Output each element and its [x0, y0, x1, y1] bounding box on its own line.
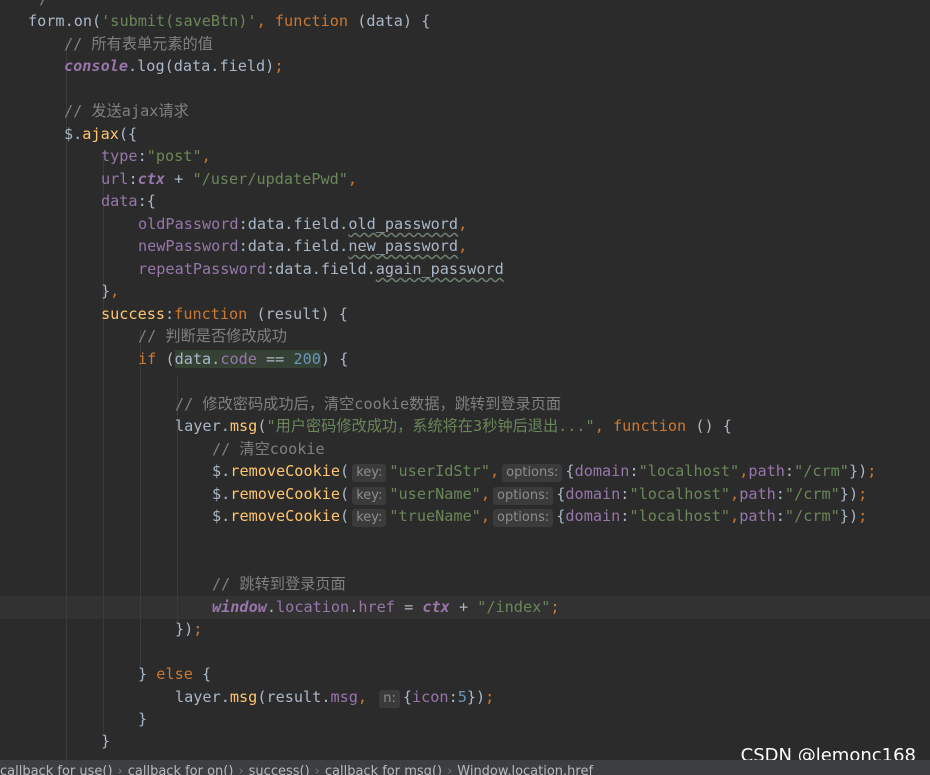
parameter-hint: n: — [379, 690, 400, 708]
code-line: type:"post", — [101, 147, 211, 165]
code-line: layer.msg("用户密码修改成功，系统将在3秒钟后退出...", func… — [175, 417, 732, 435]
code-line: }); — [175, 620, 203, 638]
indent-guide — [103, 152, 104, 732]
code-line: if (data.code == 200) { — [138, 350, 349, 368]
breadcrumb-item[interactable]: success() — [249, 764, 310, 775]
parameter-hint: options: — [502, 464, 563, 482]
chevron-right-icon: › — [117, 764, 123, 775]
code-line: $.removeCookie(key: "userName", options: {d… — [212, 485, 868, 505]
code-line: $.removeCookie(key: "trueName", options: {d… — [212, 507, 868, 527]
parameter-hint: key: — [352, 464, 387, 482]
code-comment: // 清空cookie — [212, 440, 325, 458]
code-line: newPassword:data.field.new_password, — [138, 237, 468, 255]
breadcrumb-item[interactable]: callback for use() — [0, 764, 113, 775]
indent-guide — [140, 330, 141, 670]
code-line: window.location.href = ctx + "/index"; — [212, 598, 560, 616]
parameter-hint: key: — [352, 509, 387, 527]
code-line: console.log(data.field); — [64, 57, 284, 75]
parameter-hint: options: — [492, 487, 554, 505]
code-line: } — [138, 710, 148, 728]
indent-guide — [66, 40, 67, 760]
code-line: */ — [30, 0, 48, 11]
code-comment: // 所有表单元素的值 — [64, 35, 213, 53]
code-line: $.removeCookie(key: "userIdStr", options:{… — [212, 462, 877, 482]
breadcrumb-item[interactable]: Window.location.href — [457, 764, 593, 775]
code-line: success:function (result) { — [101, 305, 348, 323]
code-line: }, — [101, 282, 120, 300]
code-comment: // 跳转到登录页面 — [212, 575, 346, 593]
breadcrumb-item[interactable]: callback for msg() — [325, 764, 442, 775]
code-line: data:{ — [101, 192, 156, 210]
chevron-right-icon: › — [238, 764, 244, 775]
code-line: $.ajax({ — [64, 125, 138, 143]
breadcrumb-item[interactable]: callback for on() — [128, 764, 234, 775]
code-line: url:ctx + "/user/updatePwd", — [101, 170, 358, 188]
breadcrumb: callback for use() › callback for on() › suc… — [0, 760, 930, 775]
code-line: } else { — [138, 665, 212, 683]
code-line: oldPassword:data.field.old_password, — [138, 215, 468, 233]
code-line: } — [101, 732, 111, 750]
code-editor[interactable]: */ form.on('submit(saveBtn)', function (… — [0, 0, 930, 760]
code-line: repeatPassword:data.field.again_password — [138, 260, 504, 278]
chevron-right-icon: › — [447, 764, 453, 775]
code-comment: // 修改密码成功后，清空cookie数据，跳转到登录页面 — [175, 395, 562, 413]
parameter-hint: key: — [352, 487, 387, 505]
code-line: form.on('submit(saveBtn)', function (dat… — [28, 12, 431, 30]
code-comment: // 发送ajax请求 — [64, 102, 189, 120]
parameter-hint: options: — [492, 509, 554, 527]
code-line: layer.msg(result.msg, n: {icon:5}); — [175, 688, 495, 708]
chevron-right-icon: › — [314, 764, 320, 775]
code-comment: // 判断是否修改成功 — [138, 327, 287, 345]
